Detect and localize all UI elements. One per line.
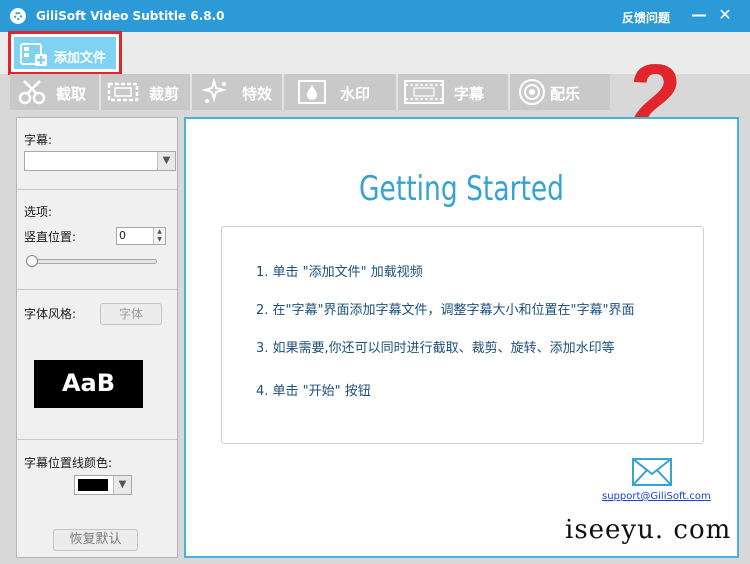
step-item: 4. 单击 "开始" 按钮	[256, 384, 371, 399]
crop-frame-icon	[107, 82, 139, 102]
divider	[17, 439, 177, 440]
window-title: GiliSoft Video Subtitle 6.8.0	[36, 9, 225, 23]
stepper-arrows-icon[interactable]: ▲ ▼	[153, 228, 165, 244]
tab-trim-label: 截取	[56, 85, 87, 103]
subtitle-select[interactable]: ▼	[24, 151, 176, 171]
film-subtitle-icon	[404, 80, 444, 104]
add-file-icon	[20, 43, 47, 66]
divider	[17, 189, 177, 190]
settings-panel: 字幕: ▼ 选项: 竖直位置: 0 ▲ ▼ 字体风格: 字体 AaB 字幕位置线颜…	[16, 117, 178, 558]
restore-defaults-button[interactable]: 恢复默认	[53, 529, 138, 551]
chevron-down-icon[interactable]: ▼	[157, 152, 175, 170]
tab-watermark-label: 水印	[340, 85, 371, 103]
watermark-text: iseeyu. com	[565, 515, 732, 545]
font-style-label: 字体风格:	[24, 307, 77, 321]
step-item: 1. 单击 "添加文件" 加载视频	[256, 265, 423, 280]
droplet-icon	[298, 80, 326, 104]
vertical-position-label: 竖直位置:	[24, 230, 77, 244]
tab-effects[interactable]: 特效	[192, 74, 284, 110]
sparkle-icon	[201, 78, 227, 103]
getting-started-panel: Getting Started 1. 单击 "添加文件" 加载视频 2. 在"字…	[184, 117, 739, 558]
tab-watermark[interactable]: 水印	[284, 74, 398, 110]
vertical-position-slider[interactable]	[27, 259, 157, 264]
font-button[interactable]: 字体	[100, 303, 162, 325]
app-logo-icon	[10, 8, 26, 24]
close-button[interactable]: ✕	[716, 6, 734, 24]
slider-thumb[interactable]	[26, 255, 38, 267]
divider	[17, 289, 177, 290]
vertical-position-stepper[interactable]: 0 ▲ ▼	[116, 227, 166, 245]
tab-music[interactable]: 配乐	[510, 74, 610, 110]
tab-subtitle[interactable]: 字幕	[398, 74, 510, 110]
line-color-label: 字幕位置线颜色:	[24, 456, 113, 470]
minimize-button[interactable]: —	[690, 6, 708, 24]
support-email-link[interactable]: support@GiliSoft.com	[602, 491, 711, 502]
step-item: 3. 如果需要,你还可以同时进行截取、裁剪、旋转、添加水印等	[256, 341, 615, 356]
function-tabs: 截取 裁剪 特效 水印 字幕 配乐	[10, 74, 610, 110]
vertical-position-value: 0	[119, 229, 126, 242]
font-preview: AaB	[34, 360, 143, 408]
scissors-icon	[18, 80, 46, 105]
tab-music-label: 配乐	[550, 85, 581, 103]
options-label: 选项:	[24, 205, 53, 219]
step-item: 2. 在"字幕"界面添加字幕文件，调整字幕大小和位置在"字幕"界面	[256, 303, 635, 318]
tab-crop[interactable]: 裁剪	[101, 74, 192, 110]
tab-crop-label: 裁剪	[149, 85, 180, 103]
tab-effects-label: 特效	[242, 85, 273, 103]
add-file-label: 添加文件	[54, 51, 107, 66]
line-color-picker[interactable]: ▼	[74, 475, 132, 495]
subtitle-label: 字幕:	[24, 133, 53, 147]
title-bar: GiliSoft Video Subtitle 6.8.0 反馈问题 — ✕	[0, 0, 750, 32]
tab-trim[interactable]: 截取	[10, 74, 101, 110]
tab-subtitle-label: 字幕	[454, 85, 485, 103]
speaker-icon	[519, 79, 545, 105]
steps-box: 1. 单击 "添加文件" 加载视频 2. 在"字幕"界面添加字幕文件，调整字幕大…	[221, 226, 704, 444]
mail-icon[interactable]	[632, 458, 672, 486]
page-title: Getting Started	[358, 169, 565, 209]
color-swatch	[78, 479, 108, 491]
feedback-link[interactable]: 反馈问题	[622, 9, 670, 26]
chevron-down-icon[interactable]: ▼	[113, 476, 131, 494]
add-file-button[interactable]: 添加文件	[8, 31, 122, 75]
